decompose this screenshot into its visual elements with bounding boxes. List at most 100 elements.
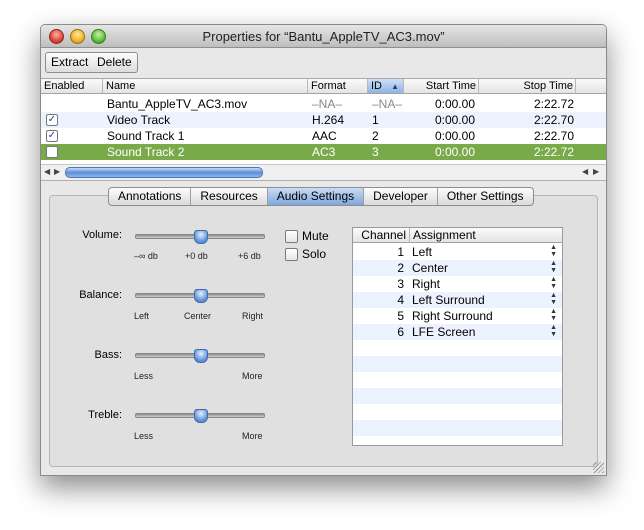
treble-slider-knob[interactable] [194,409,208,423]
scroll-left-icon[interactable]: ◀ [44,167,50,176]
track-stop-time: 2:22.70 [533,113,574,127]
track-stop-time: 2:22.72 [533,97,574,111]
track-name: Video Track [107,113,171,127]
bass-tick-more: More [242,371,263,381]
delete-button[interactable]: Delete [92,52,138,73]
assignment-stepper-icon[interactable]: ▲ ▼ [550,244,557,258]
scrollbar-thumb[interactable] [65,167,263,178]
treble-tick-less: Less [134,431,154,441]
volume-label: Volume: [82,229,122,241]
tab-audio-settings[interactable]: Audio Settings [267,188,365,205]
toolbar: Extract Delete [41,48,606,76]
empty-row [353,404,562,420]
channel-number: 3 [397,277,404,291]
table-row[interactable]: 6 LFE Screen ▲ ▼ [353,324,562,340]
table-row[interactable]: 5 Right Surround ▲ ▼ [353,308,562,324]
column-header-start-time[interactable]: Start Time [404,79,479,94]
track-id: 1 [372,113,379,127]
tab-other-settings[interactable]: Other Settings [438,188,533,205]
column-header-stop-time[interactable]: Stop Time [479,79,576,94]
bass-label: Bass: [94,349,122,361]
track-format: –NA– [312,97,343,111]
scroll-left-end-icon[interactable]: ◀ [582,167,588,176]
volume-slider-knob[interactable] [194,230,208,244]
track-stop-time: 2:22.70 [533,129,574,143]
tab-annotations[interactable]: Annotations [109,188,192,205]
volume-tick-max: +6 db [238,251,261,261]
empty-row [353,356,562,372]
table-row[interactable]: 3 Right ▲ ▼ [353,276,562,292]
balance-tick-right: Right [242,311,264,321]
table-row[interactable]: 2 Center ▲ ▼ [353,260,562,276]
volume-tick-min: –∞ db [134,251,158,261]
table-row[interactable]: ✓ Video Track H.264 1 0:00.00 2:22.70 [41,112,606,128]
assignment-stepper-icon[interactable]: ▲ ▼ [550,292,557,306]
table-row[interactable]: 1 Left ▲ ▼ [353,244,562,260]
solo-label: Solo [302,247,327,261]
tab-resources[interactable]: Resources [191,188,268,205]
horizontal-scrollbar[interactable]: ◀ ▶ ◀ ▶ [41,164,606,181]
track-start-time: 0:00.00 [434,129,475,143]
enabled-checkbox[interactable] [46,146,58,158]
scroll-right-end-icon[interactable]: ▶ [593,167,599,176]
balance-slider-knob[interactable] [194,289,208,303]
track-stop-time: 2:22.72 [533,145,574,159]
resize-grip-icon[interactable] [593,462,604,473]
title-bar[interactable]: Properties for “Bantu_AppleTV_AC3.mov” [41,25,606,48]
column-header-enabled[interactable]: Enabled [41,79,103,94]
channel-number: 2 [397,261,404,275]
enabled-checkbox[interactable]: ✓ [46,114,58,126]
table-row-selected[interactable]: Sound Track 2 AC3 3 0:00.00 2:22.72 [41,144,606,160]
column-header-id[interactable]: ID ▲ [368,79,404,94]
track-id: 3 [372,145,379,159]
track-format: AAC [312,129,337,143]
table-row[interactable]: 4 Left Surround ▲ ▼ [353,292,562,308]
tab-developer[interactable]: Developer [364,188,438,205]
mute-checkbox[interactable] [285,230,298,243]
track-format: AC3 [312,145,336,159]
assignment-stepper-icon[interactable]: ▲ ▼ [550,260,557,274]
column-header-format[interactable]: Format [308,79,368,94]
table-row[interactable]: Bantu_AppleTV_AC3.mov –NA– –NA– 0:00.00 … [41,96,606,112]
track-start-time: 0:00.00 [434,113,475,127]
mute-label: Mute [302,229,329,243]
empty-row [353,340,562,356]
assignment-stepper-icon[interactable]: ▲ ▼ [550,308,557,322]
channel-number: 1 [397,245,404,259]
table-row[interactable]: ✓ Sound Track 1 AAC 2 0:00.00 2:22.70 [41,128,606,144]
solo-checkbox[interactable] [285,248,298,261]
channel-assignment[interactable]: LFE Screen [412,324,475,340]
column-header-channel[interactable]: Channel [353,228,410,243]
sort-ascending-icon: ▲ [391,82,399,91]
channel-assignment[interactable]: Right [412,276,440,292]
assignment-stepper-icon[interactable]: ▲ ▼ [550,276,557,290]
channel-number: 5 [397,309,404,323]
extract-button[interactable]: Extract [45,52,95,73]
bass-slider-knob[interactable] [194,349,208,363]
channel-assignment-table: Channel Assignment 1 Left ▲ ▼ 2 Center ▲ ▼… [352,227,563,446]
assignment-stepper-icon[interactable]: ▲ ▼ [550,324,557,338]
column-header-filler [576,79,606,94]
treble-label: Treble: [88,409,122,421]
tab-bar: Annotations Resources Audio Settings Develo… [108,187,534,206]
window-title: Properties for “Bantu_AppleTV_AC3.mov” [202,29,445,44]
column-header-assignment[interactable]: Assignment [410,228,562,243]
empty-row [353,388,562,404]
channel-assignment[interactable]: Right Surround [412,308,493,324]
track-name: Sound Track 2 [107,145,185,159]
track-start-time: 0:00.00 [434,145,475,159]
channel-assignment[interactable]: Center [412,260,448,276]
column-header-name[interactable]: Name [103,79,308,94]
channel-assignment[interactable]: Left [412,244,432,260]
balance-label: Balance: [79,289,122,301]
track-format: H.264 [312,113,345,127]
track-id: 2 [372,129,379,143]
balance-tick-center: Center [184,311,212,321]
track-id: –NA– [372,97,403,111]
track-name: Sound Track 1 [107,129,185,143]
scroll-right-icon[interactable]: ▶ [54,167,60,176]
channel-assignment[interactable]: Left Surround [412,292,485,308]
column-header-id-label: ID [371,80,382,92]
enabled-checkbox[interactable]: ✓ [46,130,58,142]
channel-number: 4 [397,293,404,307]
